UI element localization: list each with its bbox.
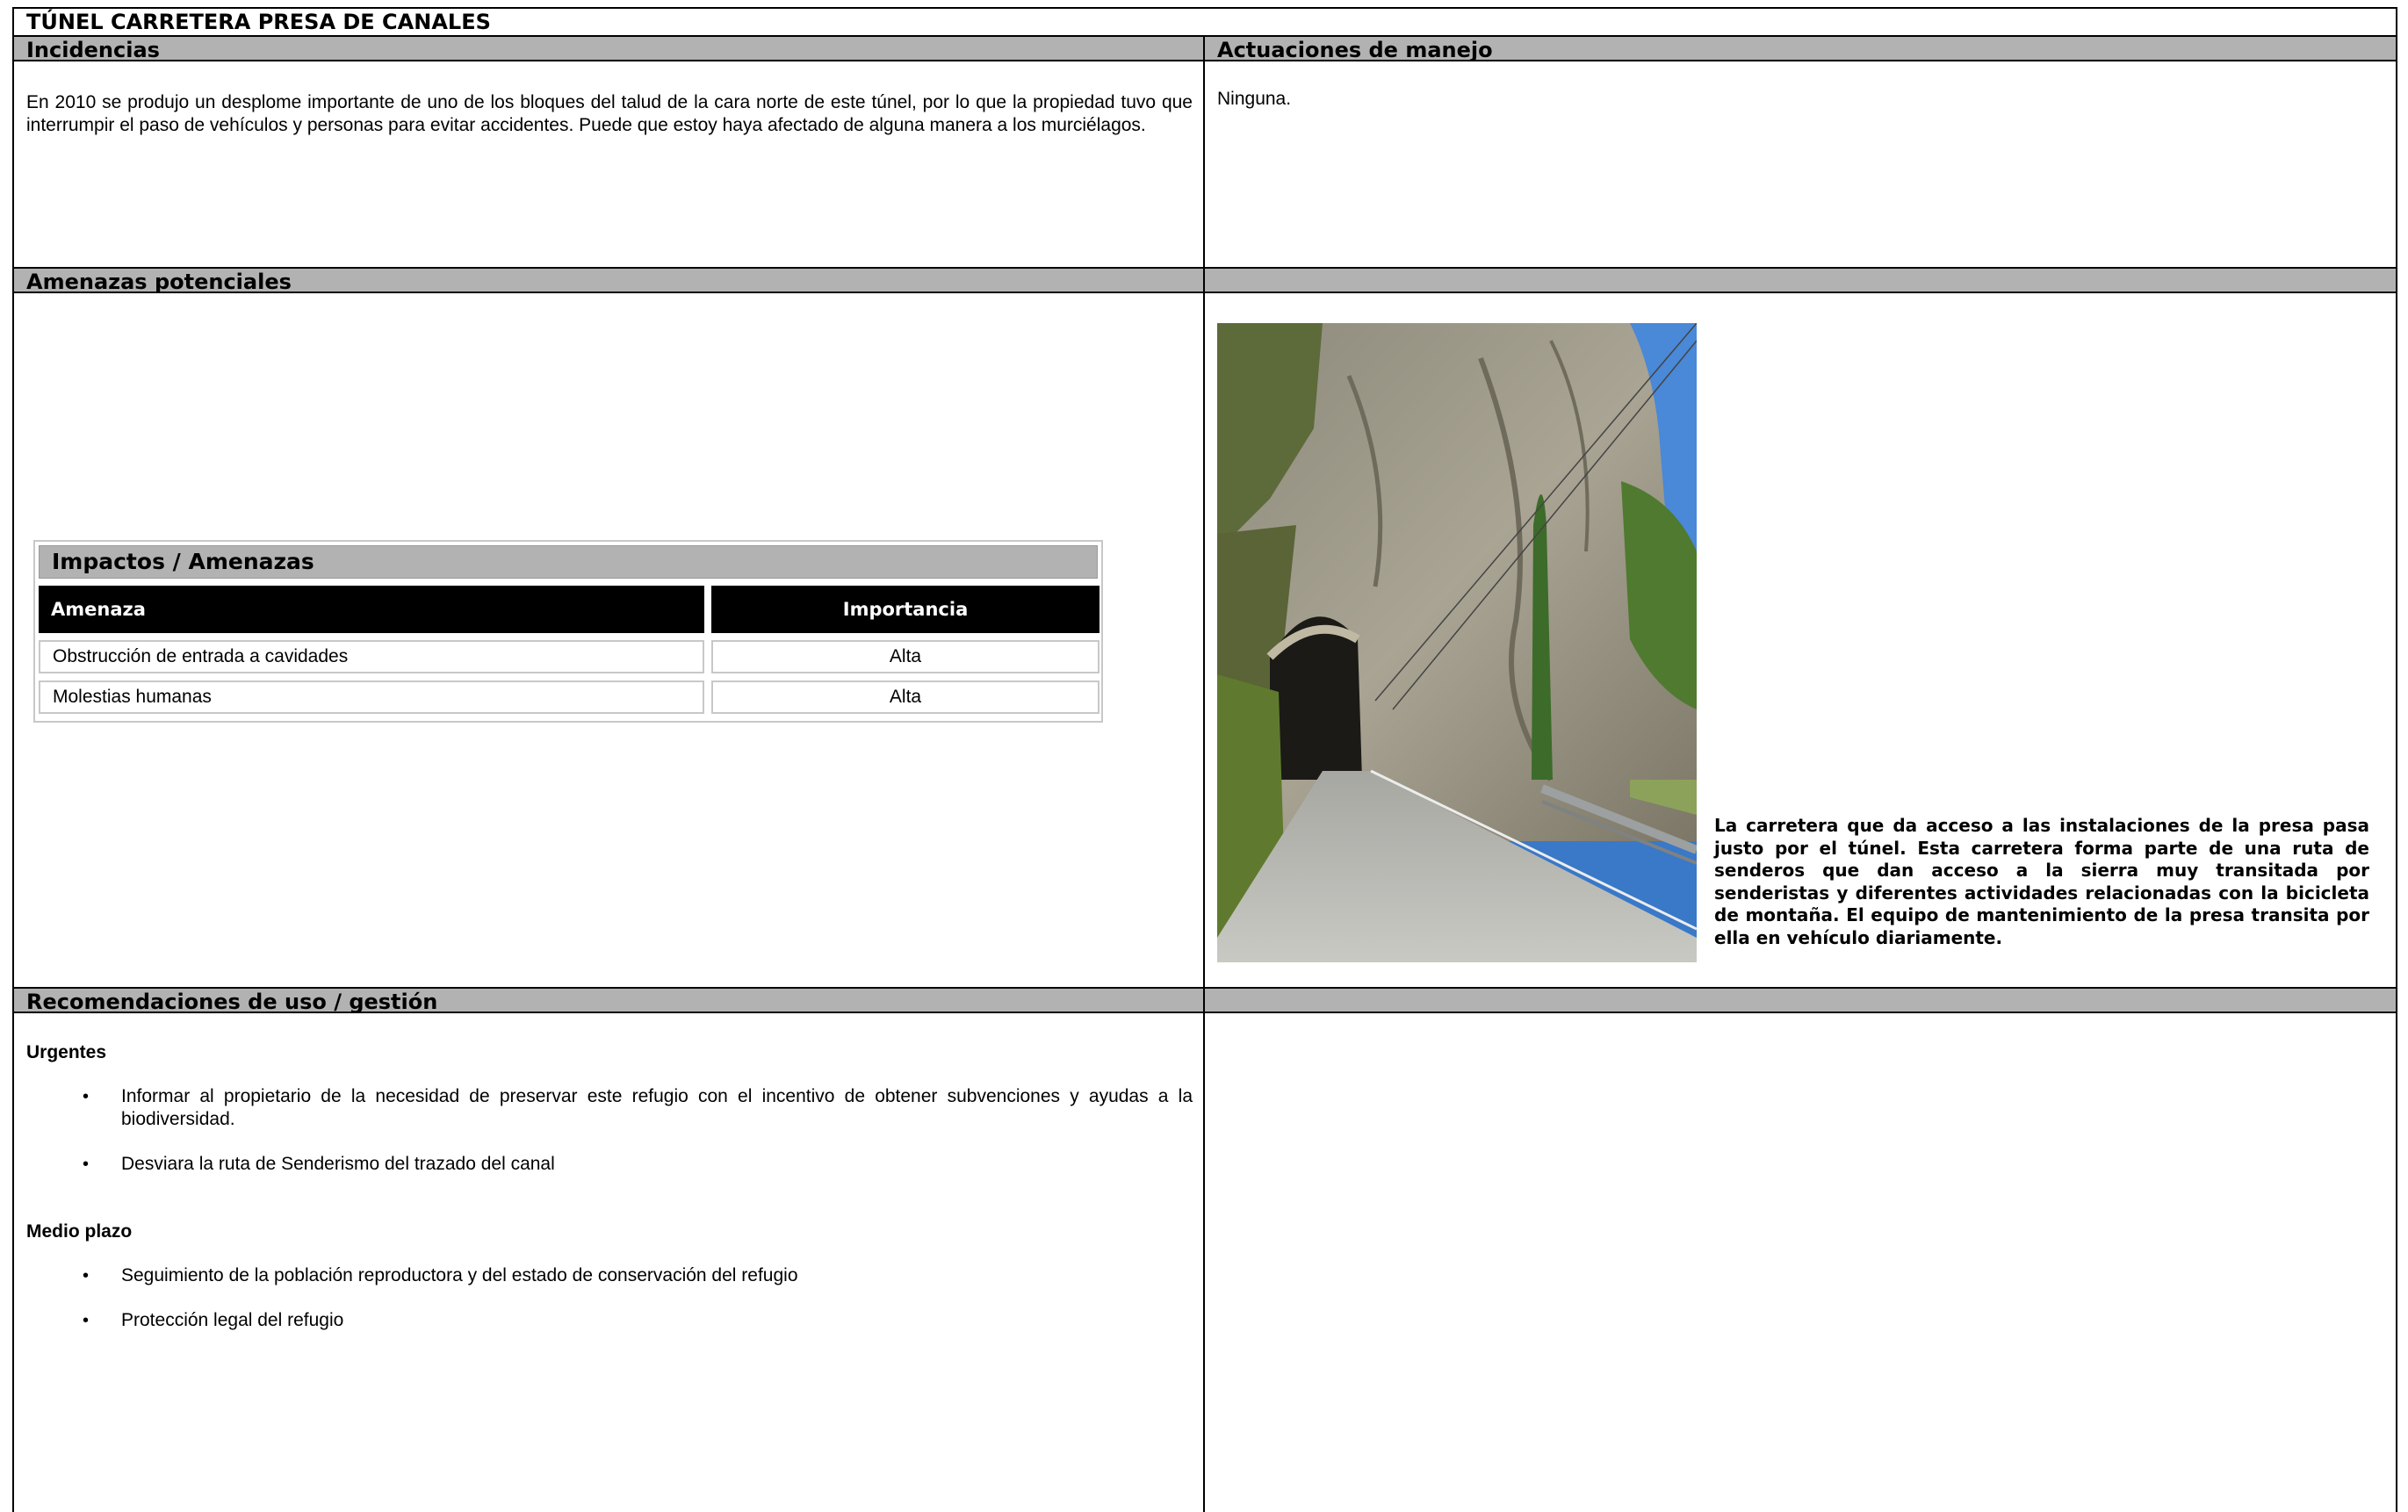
table-cell-importancia: Alta [711,680,1099,714]
list-item: • Informar al propietario de la necesidad… [83,1086,1193,1129]
col-header-importancia: Importancia [711,586,1099,633]
incidencias-heading: Incidencias [14,35,1203,62]
actuaciones-text: Ninguna. [1217,89,1292,109]
page-title: TÚNEL CARRETERA PRESA DE CANALES [14,9,2396,37]
column-divider [1203,35,1205,1512]
impact-table-title: Impactos / Amenazas [39,545,1098,579]
col-header-amenaza: Amenaza [39,586,704,633]
incidencias-body: En 2010 se produjo un desplome important… [26,91,1193,137]
table-cell-importancia: Alta [711,640,1099,673]
list-item: • Desviara la ruta de Senderismo del traz… [83,1154,555,1174]
tunnel-photo [1217,323,1697,962]
photo-caption: La carretera que da acceso a las instala… [1714,815,2369,948]
medio-plazo-label: Medio plazo [26,1221,133,1242]
amenazas-heading: Amenazas potenciales [14,267,1203,294]
list-item-text: Desviara la ruta de Senderismo del traza… [121,1154,555,1174]
medio-plazo-list: • Seguimiento de la población reproductor… [26,1264,1193,1332]
incidencias-text: En 2010 se produjo un desplome important… [26,92,1193,135]
list-item-text: Seguimiento de la población reproductora… [121,1265,798,1285]
table-cell-amenaza: Molestias humanas [39,680,704,714]
actuaciones-body: Ninguna. [1217,88,2376,111]
recomendaciones-body: Urgentes • Informar al propietario de la … [26,1041,1193,1332]
recomendaciones-heading-blank [1205,987,2396,1013]
list-item-text: Informar al propietario de la necesidad … [121,1086,1193,1129]
photo-caption-cell: La carretera que da acceso a las instala… [1714,815,2369,949]
list-item: • Protección legal del refugio [83,1310,344,1330]
table-cell-amenaza: Obstrucción de entrada a cavidades [39,640,704,673]
urgentes-list: • Informar al propietario de la necesidad… [26,1085,1193,1176]
amenazas-heading-blank [1205,267,2396,293]
recomendaciones-heading: Recomendaciones de uso / gestión [14,987,1203,1014]
actuaciones-heading: Actuaciones de manejo [1205,35,2396,62]
urgentes-label: Urgentes [26,1042,107,1062]
record-sheet: TÚNEL CARRETERA PRESA DE CANALES Inciden… [12,7,2397,1512]
list-item-text: Protección legal del refugio [121,1310,344,1330]
impact-table: Impactos / Amenazas Amenaza Importancia … [33,540,1103,723]
list-item: • Seguimiento de la población reproductor… [83,1265,798,1285]
